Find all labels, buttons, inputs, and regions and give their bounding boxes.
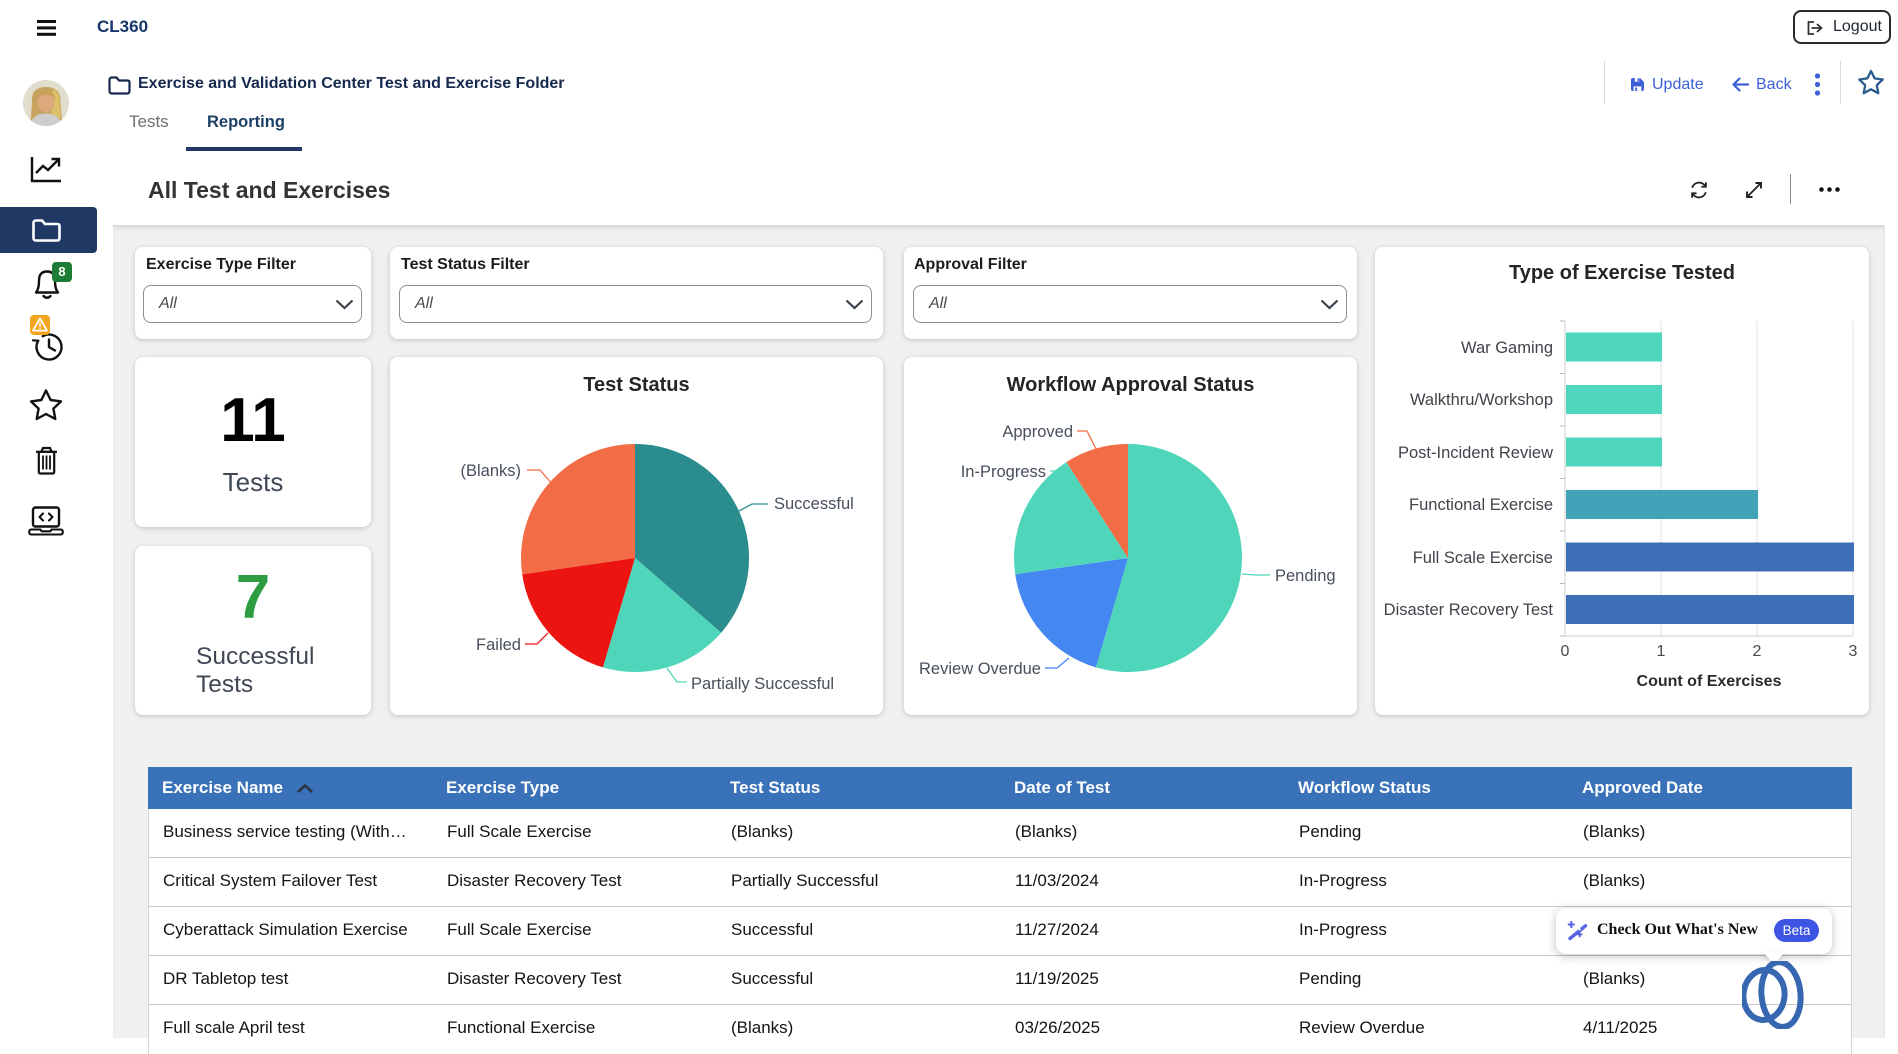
svg-text:Review Overdue: Review Overdue [919, 660, 1041, 678]
svg-text:(Blanks): (Blanks) [460, 462, 521, 480]
svg-text:2: 2 [1753, 643, 1762, 660]
svg-text:1: 1 [1657, 643, 1666, 660]
svg-text:0: 0 [1561, 643, 1570, 660]
svg-text:In-Progress: In-Progress [961, 463, 1046, 481]
svg-text:Post-Incident Review: Post-Incident Review [1398, 444, 1553, 462]
svg-text:Approved: Approved [1002, 423, 1073, 441]
svg-text:War Gaming: War Gaming [1461, 339, 1553, 357]
svg-text:Functional Exercise: Functional Exercise [1409, 496, 1553, 514]
svg-text:Pending: Pending [1275, 567, 1336, 585]
svg-text:3: 3 [1849, 643, 1858, 660]
svg-text:Successful: Successful [774, 495, 854, 513]
svg-text:Failed: Failed [476, 636, 521, 654]
svg-text:Full Scale Exercise: Full Scale Exercise [1413, 549, 1553, 567]
svg-text:Disaster Recovery Test: Disaster Recovery Test [1384, 601, 1554, 619]
svg-text:Walkthru/Workshop: Walkthru/Workshop [1410, 391, 1553, 409]
svg-text:Partially Successful: Partially Successful [691, 675, 834, 693]
svg-text:Count of Exercises: Count of Exercises [1637, 673, 1782, 690]
